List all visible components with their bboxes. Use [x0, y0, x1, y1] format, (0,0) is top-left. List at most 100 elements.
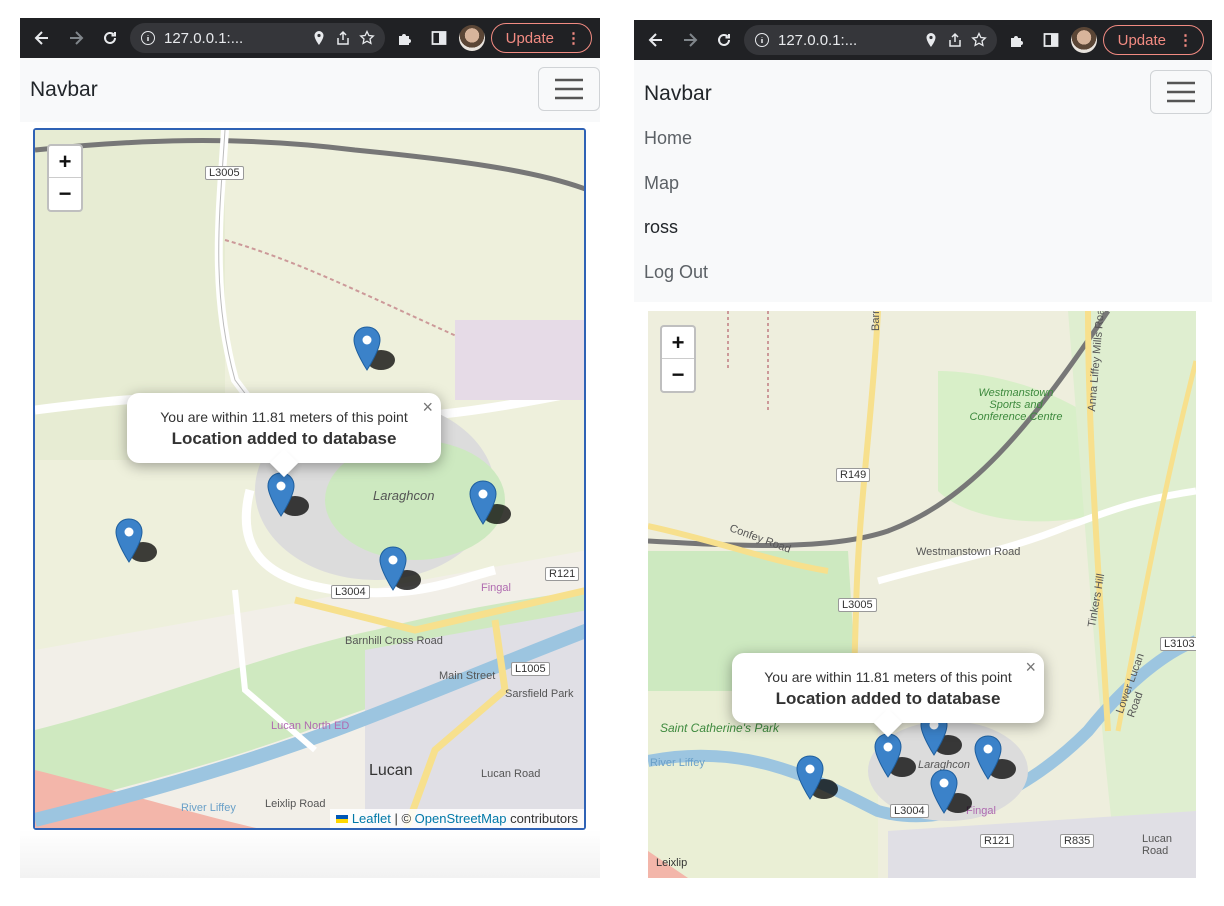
close-icon[interactable]: ×: [422, 397, 433, 418]
star-icon[interactable]: [358, 30, 375, 46]
road-label: R121: [545, 567, 580, 581]
navbar-brand[interactable]: Navbar: [644, 82, 712, 106]
zoom-out-button[interactable]: −: [662, 359, 694, 391]
street-label: Main Street: [439, 670, 496, 682]
forward-icon[interactable]: [62, 24, 90, 52]
place-label: Saint Catherine's Park: [660, 721, 780, 735]
left-screenshot: 127.0.0.1:... Update ⋮ Navbar L3005 L300…: [20, 0, 600, 878]
back-icon[interactable]: [28, 24, 56, 52]
map-marker[interactable]: [379, 546, 421, 592]
area-label: Lucan North ED: [271, 720, 350, 732]
side-panel-icon[interactable]: [425, 24, 453, 52]
street-label: Lucan Road: [1142, 833, 1172, 857]
reload-icon[interactable]: [96, 24, 124, 52]
map-popup: × You are within 11.81 meters of this po…: [732, 653, 1044, 738]
map-popup: × You are within 11.81 meters of this po…: [127, 393, 441, 478]
location-pin-icon[interactable]: [923, 32, 939, 48]
info-icon: [141, 31, 155, 45]
zoom-in-button[interactable]: +: [49, 146, 81, 178]
update-label: Update: [505, 29, 554, 47]
place-label: Westmanstown Sports and Conference Centr…: [969, 387, 1063, 423]
extensions-icon[interactable]: [391, 24, 419, 52]
map-container[interactable]: L3005 L3004 R121 L1005 Laraghcon Lucan M…: [33, 128, 586, 830]
street-label: Sarsfield Park: [505, 688, 574, 700]
navbar-toggler[interactable]: [538, 67, 600, 111]
map-marker[interactable]: [796, 755, 838, 801]
road-label: L3004: [331, 585, 370, 599]
reload-icon[interactable]: [710, 26, 738, 54]
location-pin-icon[interactable]: [311, 30, 327, 46]
map-marker[interactable]: [930, 769, 972, 815]
place-label: Lucan: [369, 762, 413, 779]
close-icon[interactable]: ×: [1025, 657, 1036, 678]
river-label: River Liffey: [650, 757, 705, 769]
zoom-in-button[interactable]: +: [662, 327, 694, 359]
profile-avatar[interactable]: [1070, 27, 1097, 53]
road-label: R121: [980, 834, 1015, 848]
menu-dots-icon: ⋮: [566, 30, 581, 47]
leaflet-link[interactable]: Leaflet: [352, 811, 391, 826]
popup-accuracy-text: You are within 11.81 meters of this poin…: [764, 669, 1012, 685]
hamburger-icon: [555, 78, 583, 100]
ukraine-flag-icon: [335, 815, 348, 823]
extensions-icon[interactable]: [1003, 26, 1031, 54]
place-label: Laraghcon: [373, 488, 435, 503]
zoom-control: + −: [47, 144, 83, 212]
osm-link[interactable]: OpenStreetMap: [415, 811, 507, 826]
map-marker[interactable]: [874, 733, 916, 779]
area-label: Fingal: [481, 582, 511, 594]
place-label: Leixlip: [656, 857, 688, 869]
road-label: R149: [836, 468, 871, 482]
address-text: 127.0.0.1:...: [778, 31, 858, 49]
address-bar[interactable]: 127.0.0.1:...: [130, 23, 385, 53]
map-marker[interactable]: [353, 326, 395, 372]
navbar-toggler[interactable]: [1150, 70, 1212, 114]
road-label: L3005: [838, 598, 877, 612]
street-label: Lucan Road: [481, 768, 541, 780]
share-icon[interactable]: [947, 32, 963, 48]
menu-dots-icon: ⋮: [1178, 32, 1193, 49]
navbar: Navbar: [20, 58, 600, 122]
road-label: L3005: [205, 166, 244, 180]
street-label: Westmanstown Road: [916, 546, 1021, 558]
update-label: Update: [1117, 31, 1166, 49]
address-text: 127.0.0.1:...: [164, 29, 244, 47]
info-icon: [755, 33, 769, 47]
zoom-out-button[interactable]: −: [49, 178, 81, 210]
map-marker[interactable]: [469, 480, 511, 526]
popup-status-text: Location added to database: [775, 689, 1001, 708]
right-screenshot: 127.0.0.1:... Update ⋮ Navbar Home Map r…: [634, 0, 1212, 878]
map-tiles: [648, 311, 1196, 878]
nav-link-map[interactable]: Map: [644, 173, 679, 194]
attribution-suffix: contributors: [506, 811, 578, 826]
map-marker[interactable]: [267, 472, 309, 518]
popup-status-text: Location added to database: [171, 429, 397, 448]
share-icon[interactable]: [335, 30, 351, 46]
browser-toolbar: 127.0.0.1:... Update ⋮: [20, 18, 600, 58]
address-bar[interactable]: 127.0.0.1:...: [744, 25, 997, 55]
update-button[interactable]: Update ⋮: [490, 23, 592, 53]
page-bottom-fade: [20, 830, 600, 878]
update-button[interactable]: Update ⋮: [1102, 25, 1204, 55]
road-label: L3004: [890, 804, 929, 818]
navbar-brand[interactable]: Navbar: [30, 78, 98, 102]
zoom-control: + −: [660, 325, 696, 393]
browser-toolbar: 127.0.0.1:... Update ⋮: [634, 20, 1212, 60]
map-marker[interactable]: [115, 518, 157, 564]
popup-accuracy-text: You are within 11.81 meters of this poin…: [160, 409, 408, 425]
nav-link-logout[interactable]: Log Out: [644, 262, 708, 283]
map-container[interactable]: Barnhill Road R149 Confey Road Westmanst…: [648, 311, 1196, 878]
nav-link-home[interactable]: Home: [644, 128, 692, 149]
nav-link-user[interactable]: ross: [644, 217, 678, 238]
street-label: Leixlip Road: [265, 798, 326, 810]
profile-avatar[interactable]: [458, 25, 485, 51]
road-label: R835: [1060, 834, 1095, 848]
street-label: Barnhill Road: [870, 311, 882, 331]
back-icon[interactable]: [642, 26, 670, 54]
forward-icon[interactable]: [676, 26, 704, 54]
star-icon[interactable]: [970, 32, 987, 48]
side-panel-icon[interactable]: [1037, 26, 1065, 54]
navbar-expanded: Navbar Home Map ross Log Out: [634, 60, 1212, 302]
river-label: River Liffey: [181, 802, 236, 814]
map-attribution: Leaflet | © OpenStreetMap contributors: [329, 809, 584, 828]
